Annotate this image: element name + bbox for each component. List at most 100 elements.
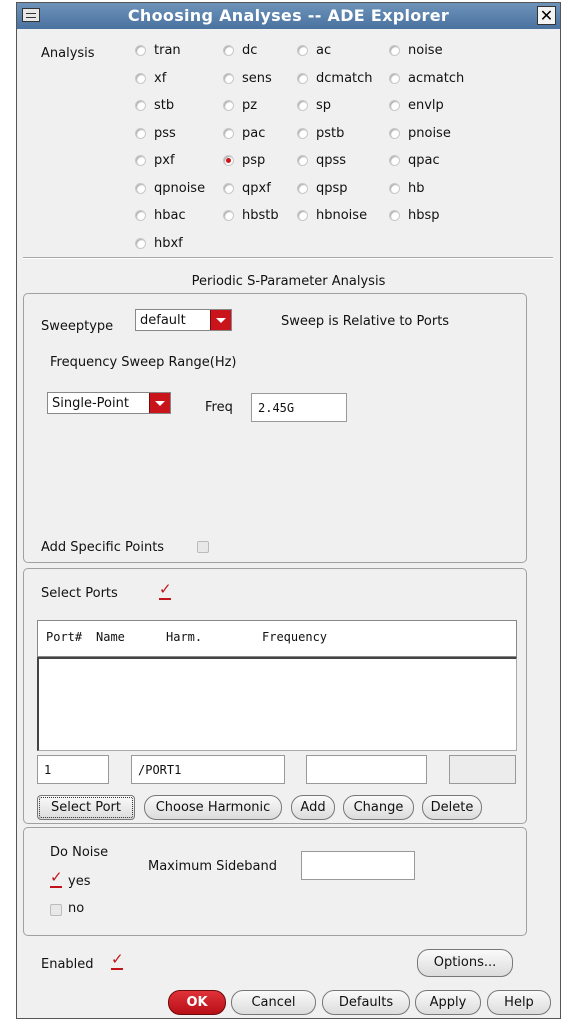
radio-button[interactable] <box>389 155 400 166</box>
radio-button[interactable] <box>389 100 400 111</box>
radio-button[interactable] <box>223 155 234 166</box>
port-name-field[interactable]: /PORT1 <box>131 755 285 784</box>
freq-input[interactable]: 2.45G <box>251 393 347 422</box>
analysis-option-qpac[interactable]: qpac <box>389 153 440 168</box>
noise-yes-checkbox[interactable] <box>50 868 63 888</box>
port-number-field[interactable]: 1 <box>37 755 109 784</box>
chevron-down-icon <box>149 393 170 413</box>
radio-button[interactable] <box>389 182 400 194</box>
analysis-option-pnoise[interactable]: pnoise <box>389 126 451 141</box>
enabled-checkbox[interactable] <box>111 950 124 970</box>
analysis-option-dcmatch[interactable]: dcmatch <box>297 71 373 86</box>
defaults-button[interactable]: Defaults <box>322 990 410 1015</box>
radio-button[interactable] <box>297 72 308 84</box>
analysis-option-label: dc <box>242 43 258 58</box>
ok-button[interactable]: OK <box>168 990 226 1015</box>
radio-button[interactable] <box>135 45 146 56</box>
radio-button[interactable] <box>135 100 146 111</box>
radio-button[interactable] <box>297 100 308 111</box>
select-ports-checkbox[interactable] <box>159 580 172 600</box>
analysis-option-qpxf[interactable]: qpxf <box>223 181 271 196</box>
radio-button[interactable] <box>389 72 400 84</box>
analysis-option-sens[interactable]: sens <box>223 71 272 86</box>
radio-button[interactable] <box>135 155 146 166</box>
radio-button[interactable] <box>223 127 234 139</box>
help-button[interactable]: Help <box>487 990 551 1015</box>
radio-button[interactable] <box>223 100 234 111</box>
radio-button[interactable] <box>389 210 400 221</box>
radio-button[interactable] <box>135 237 146 249</box>
analysis-option-label: qpss <box>316 153 347 168</box>
radio-button[interactable] <box>297 210 308 221</box>
radio-button[interactable] <box>297 182 308 194</box>
add-button[interactable]: Add <box>291 795 335 820</box>
close-icon[interactable]: ✕ <box>537 6 556 25</box>
column-port-number: Port# <box>46 630 83 644</box>
column-frequency: Frequency <box>262 630 328 644</box>
analysis-option-hbnoise[interactable]: hbnoise <box>297 208 367 223</box>
radio-button[interactable] <box>389 127 400 139</box>
analysis-option-psp[interactable]: psp <box>223 153 265 168</box>
radio-button[interactable] <box>135 182 146 194</box>
analysis-option-pz[interactable]: pz <box>223 98 257 113</box>
analysis-option-label: sp <box>316 98 332 113</box>
radio-button[interactable] <box>135 127 146 139</box>
title-bar[interactable]: Choosing Analyses -- ADE Explorer ✕ <box>17 3 560 29</box>
radio-button[interactable] <box>297 127 308 139</box>
analysis-option-label: pac <box>242 125 266 141</box>
radio-button[interactable] <box>223 45 234 56</box>
analysis-option-label: hbstb <box>242 208 279 223</box>
ports-list[interactable] <box>37 657 517 751</box>
sweep-range-combo[interactable]: Single-Point <box>47 392 171 414</box>
harmonic-field[interactable] <box>306 755 427 784</box>
analysis-option-dc[interactable]: dc <box>223 43 257 58</box>
analysis-option-label: ac <box>316 43 332 58</box>
radio-button[interactable] <box>389 45 400 56</box>
analysis-option-label: acmatch <box>408 70 465 86</box>
analysis-option-pac[interactable]: pac <box>223 126 265 141</box>
analysis-option-qpsp[interactable]: qpsp <box>297 181 348 196</box>
select-ports-label: Select Ports <box>41 586 118 601</box>
analysis-option-envlp[interactable]: envlp <box>389 98 444 113</box>
analysis-option-ac[interactable]: ac <box>297 43 331 58</box>
radio-button[interactable] <box>297 45 308 56</box>
analysis-option-acmatch[interactable]: acmatch <box>389 71 464 86</box>
analysis-option-stb[interactable]: stb <box>135 98 174 113</box>
options-button[interactable]: Options... <box>417 949 513 977</box>
analysis-option-sp[interactable]: sp <box>297 98 331 113</box>
analysis-option-hbac[interactable]: hbac <box>135 208 186 223</box>
analysis-option-qpnoise[interactable]: qpnoise <box>135 181 205 196</box>
noise-no-label: no <box>68 901 85 916</box>
analysis-option-label: qpnoise <box>154 180 206 196</box>
analysis-option-label: envlp <box>408 98 444 113</box>
choose-harmonic-button[interactable]: Choose Harmonic <box>144 795 282 820</box>
analysis-option-pxf[interactable]: pxf <box>135 153 175 168</box>
analysis-option-hbsp[interactable]: hbsp <box>389 208 440 223</box>
analysis-option-qpss[interactable]: qpss <box>297 153 346 168</box>
cancel-button[interactable]: Cancel <box>231 990 316 1015</box>
radio-button[interactable] <box>135 210 146 221</box>
analysis-option-label: sens <box>242 70 272 86</box>
sweeptype-combo[interactable]: default <box>135 309 232 331</box>
delete-button[interactable]: Delete <box>422 795 482 820</box>
analysis-option-tran[interactable]: tran <box>135 43 181 58</box>
analysis-option-noise[interactable]: noise <box>389 43 443 58</box>
analysis-option-hb[interactable]: hb <box>389 181 425 196</box>
radio-button[interactable] <box>223 182 234 194</box>
noise-no-checkbox[interactable] <box>50 904 62 916</box>
radio-button[interactable] <box>297 155 308 166</box>
radio-button[interactable] <box>223 210 234 221</box>
max-sideband-input[interactable] <box>301 851 415 880</box>
sweep-range-value: Single-Point <box>52 395 129 411</box>
apply-button[interactable]: Apply <box>415 990 481 1015</box>
analysis-option-pstb[interactable]: pstb <box>297 126 344 141</box>
analysis-option-xf[interactable]: xf <box>135 71 166 86</box>
analysis-option-hbxf[interactable]: hbxf <box>135 236 183 251</box>
analysis-option-hbstb[interactable]: hbstb <box>223 208 279 223</box>
select-port-button[interactable]: Select Port <box>37 795 135 820</box>
analysis-option-pss[interactable]: pss <box>135 126 176 141</box>
radio-button[interactable] <box>223 72 234 84</box>
change-button[interactable]: Change <box>343 795 414 820</box>
add-specific-points-checkbox[interactable] <box>197 541 209 553</box>
radio-button[interactable] <box>135 72 146 84</box>
